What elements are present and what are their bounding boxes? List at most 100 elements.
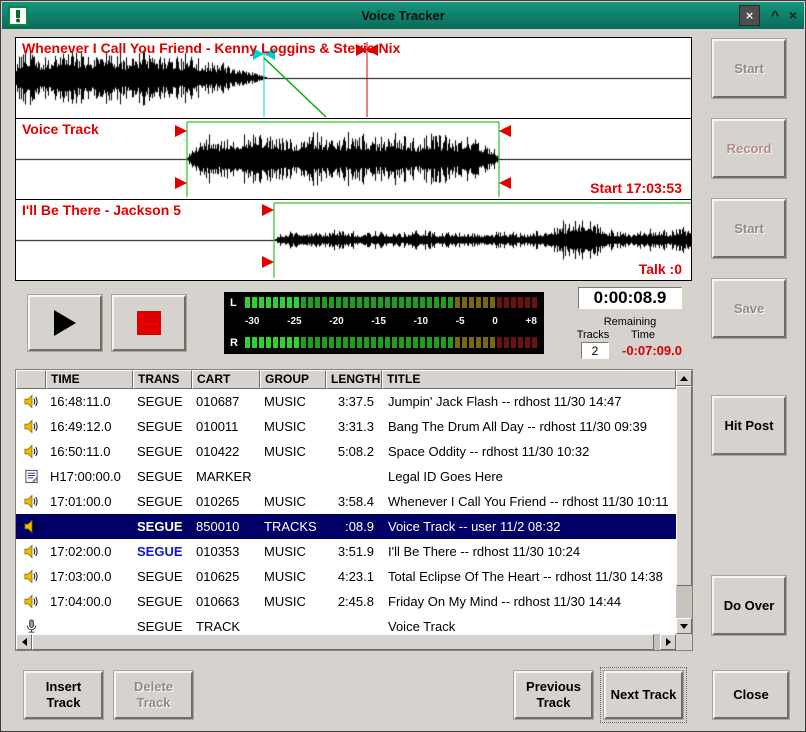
- stop-button[interactable]: [112, 295, 186, 351]
- cell-cart: 010422: [192, 444, 260, 459]
- cell-cart: 010687: [192, 394, 260, 409]
- log-row[interactable]: 16:49:12.0SEGUE010011MUSIC3:31.3Bang The…: [16, 414, 676, 439]
- cell-length: 3:31.3: [326, 419, 382, 434]
- column-header-time[interactable]: TIME: [46, 370, 133, 389]
- cell-time: 16:48:11.0: [46, 394, 133, 409]
- scroll-right-button[interactable]: [660, 634, 676, 650]
- do-over-button[interactable]: Do Over: [712, 576, 786, 635]
- cell-group: TRACKS: [260, 519, 326, 534]
- column-header-cart[interactable]: CART: [192, 370, 260, 389]
- window-close-button[interactable]: ×: [739, 5, 760, 26]
- meter-scale-label: -25: [287, 316, 301, 327]
- column-header-icon[interactable]: [16, 370, 46, 389]
- waveform-track-3[interactable]: I'll Be There - Jackson 5 Talk :0: [15, 199, 692, 281]
- cell-cart: 010265: [192, 494, 260, 509]
- insert-track-button[interactable]: Insert Track: [24, 671, 103, 719]
- speaker-icon: [16, 544, 46, 559]
- cell-trans: SEGUE: [133, 394, 192, 409]
- meter-scale-label: -15: [371, 316, 385, 327]
- scroll-left-button[interactable]: [16, 634, 32, 650]
- window-title: Voice Tracker: [2, 8, 804, 23]
- scroll-down-button[interactable]: [676, 618, 692, 634]
- hit-post-button[interactable]: Hit Post: [712, 396, 786, 455]
- log-row[interactable]: 16:48:11.0SEGUE010687MUSIC3:37.5Jumpin' …: [16, 389, 676, 414]
- log-row[interactable]: 17:03:00.0SEGUE010625MUSIC4:23.1Total Ec…: [16, 564, 676, 589]
- cell-trans: SEGUE: [133, 494, 192, 509]
- meter-left-label: L: [230, 297, 237, 309]
- waveform-track-1[interactable]: Whenever I Call You Friend - Kenny Loggi…: [15, 37, 692, 119]
- cell-time: 17:03:00.0: [46, 569, 133, 584]
- cell-title: Bang The Drum All Day -- rdhost 11/30 09…: [382, 419, 676, 434]
- cell-group: MUSIC: [260, 394, 326, 409]
- previous-track-button[interactable]: Previous Track: [514, 671, 593, 719]
- titlebar[interactable]: Voice Tracker × ^ ×: [2, 2, 804, 29]
- window-maximize-button[interactable]: ^: [768, 5, 782, 26]
- cell-time: 16:50:11.0: [46, 444, 133, 459]
- vertical-scroll-thumb[interactable]: [676, 386, 692, 586]
- column-header-group[interactable]: GROUP: [260, 370, 326, 389]
- cell-length: 3:37.5: [326, 394, 382, 409]
- log-row[interactable]: SEGUE850010TRACKS:08.9Voice Track -- use…: [16, 514, 676, 539]
- track2-start-time: Start 17:03:53: [590, 180, 682, 196]
- play-button[interactable]: [28, 295, 102, 351]
- track3-talk-time: Talk :0: [639, 261, 682, 277]
- start-button-1[interactable]: Start: [712, 39, 786, 98]
- cell-length: 3:51.9: [326, 544, 382, 559]
- speaker-icon: [16, 444, 46, 459]
- cell-title: Legal ID Goes Here: [382, 469, 676, 484]
- cell-group: MUSIC: [260, 569, 326, 584]
- cell-group: MUSIC: [260, 444, 326, 459]
- column-header-length[interactable]: LENGTH: [326, 370, 382, 389]
- log-row[interactable]: SEGUETRACKVoice Track: [16, 614, 676, 634]
- remaining-tracks-label: Tracks: [567, 329, 619, 341]
- record-button[interactable]: Record: [712, 119, 786, 178]
- vertical-scrollbar[interactable]: [676, 370, 692, 634]
- cell-title: Whenever I Call You Friend -- rdhost 11/…: [382, 494, 676, 509]
- close-button[interactable]: Close: [713, 671, 789, 719]
- cell-trans: SEGUE: [133, 594, 192, 609]
- cell-trans: SEGUE: [133, 619, 192, 634]
- log-row[interactable]: 17:01:00.0SEGUE010265MUSIC3:58.4Whenever…: [16, 489, 676, 514]
- start-button-2[interactable]: Start: [712, 199, 786, 258]
- column-header-title[interactable]: TITLE: [382, 370, 676, 389]
- meter-scale-label: 0: [492, 316, 498, 327]
- cell-length: 2:45.8: [326, 594, 382, 609]
- cell-group: MUSIC: [260, 594, 326, 609]
- waveform-track-2[interactable]: Voice Track Start 17:03:53: [15, 118, 692, 200]
- stop-icon: [137, 311, 161, 335]
- meter-right-label: R: [230, 337, 238, 349]
- next-track-button[interactable]: Next Track: [604, 671, 683, 719]
- cell-length: :08.9: [326, 519, 382, 534]
- log-row[interactable]: 16:50:11.0SEGUE010422MUSIC5:08.2Space Od…: [16, 439, 676, 464]
- meter-scale-label: -20: [329, 316, 343, 327]
- log-row[interactable]: 17:04:00.0SEGUE010663MUSIC2:45.8Friday O…: [16, 589, 676, 614]
- voice-tracker-window: Voice Tracker × ^ × Whenever I Call You …: [0, 0, 806, 732]
- column-header-trans[interactable]: TRANS: [133, 370, 192, 389]
- elapsed-time-display: 0:00:08.9: [578, 287, 682, 309]
- cell-group: MUSIC: [260, 544, 326, 559]
- cell-cart: 010625: [192, 569, 260, 584]
- audio-level-meter: L -30-25-20-15-10-50+8 R: [224, 292, 544, 354]
- cell-trans: SEGUE: [133, 544, 192, 559]
- cell-time: H17:00:00.0: [46, 469, 133, 484]
- cell-trans: SEGUE: [133, 419, 192, 434]
- down-arrow-icon: [680, 624, 688, 629]
- cell-group: MUSIC: [260, 494, 326, 509]
- meter-scale-label: -5: [456, 316, 465, 327]
- window-close-button-2[interactable]: ×: [786, 5, 800, 26]
- meter-scale-label: +8: [526, 316, 537, 327]
- horizontal-scrollbar[interactable]: [16, 634, 676, 650]
- save-button[interactable]: Save: [712, 279, 786, 338]
- scroll-up-button[interactable]: [676, 370, 692, 386]
- horizontal-scroll-thumb[interactable]: [32, 634, 654, 650]
- delete-track-button[interactable]: Delete Track: [114, 671, 193, 719]
- log-row[interactable]: 17:02:00.0SEGUE010353MUSIC3:51.9I'll Be …: [16, 539, 676, 564]
- cell-cart: 010011: [192, 419, 260, 434]
- cell-title: Jumpin' Jack Flash -- rdhost 11/30 14:47: [382, 394, 676, 409]
- cell-time: 17:01:00.0: [46, 494, 133, 509]
- log-row[interactable]: H17:00:00.0SEGUEMARKERLegal ID Goes Here: [16, 464, 676, 489]
- left-arrow-icon: [22, 638, 27, 646]
- meter-scale: -30-25-20-15-10-50+8: [245, 316, 537, 327]
- meter-scale-label: -30: [245, 316, 259, 327]
- up-arrow-icon: [680, 376, 688, 381]
